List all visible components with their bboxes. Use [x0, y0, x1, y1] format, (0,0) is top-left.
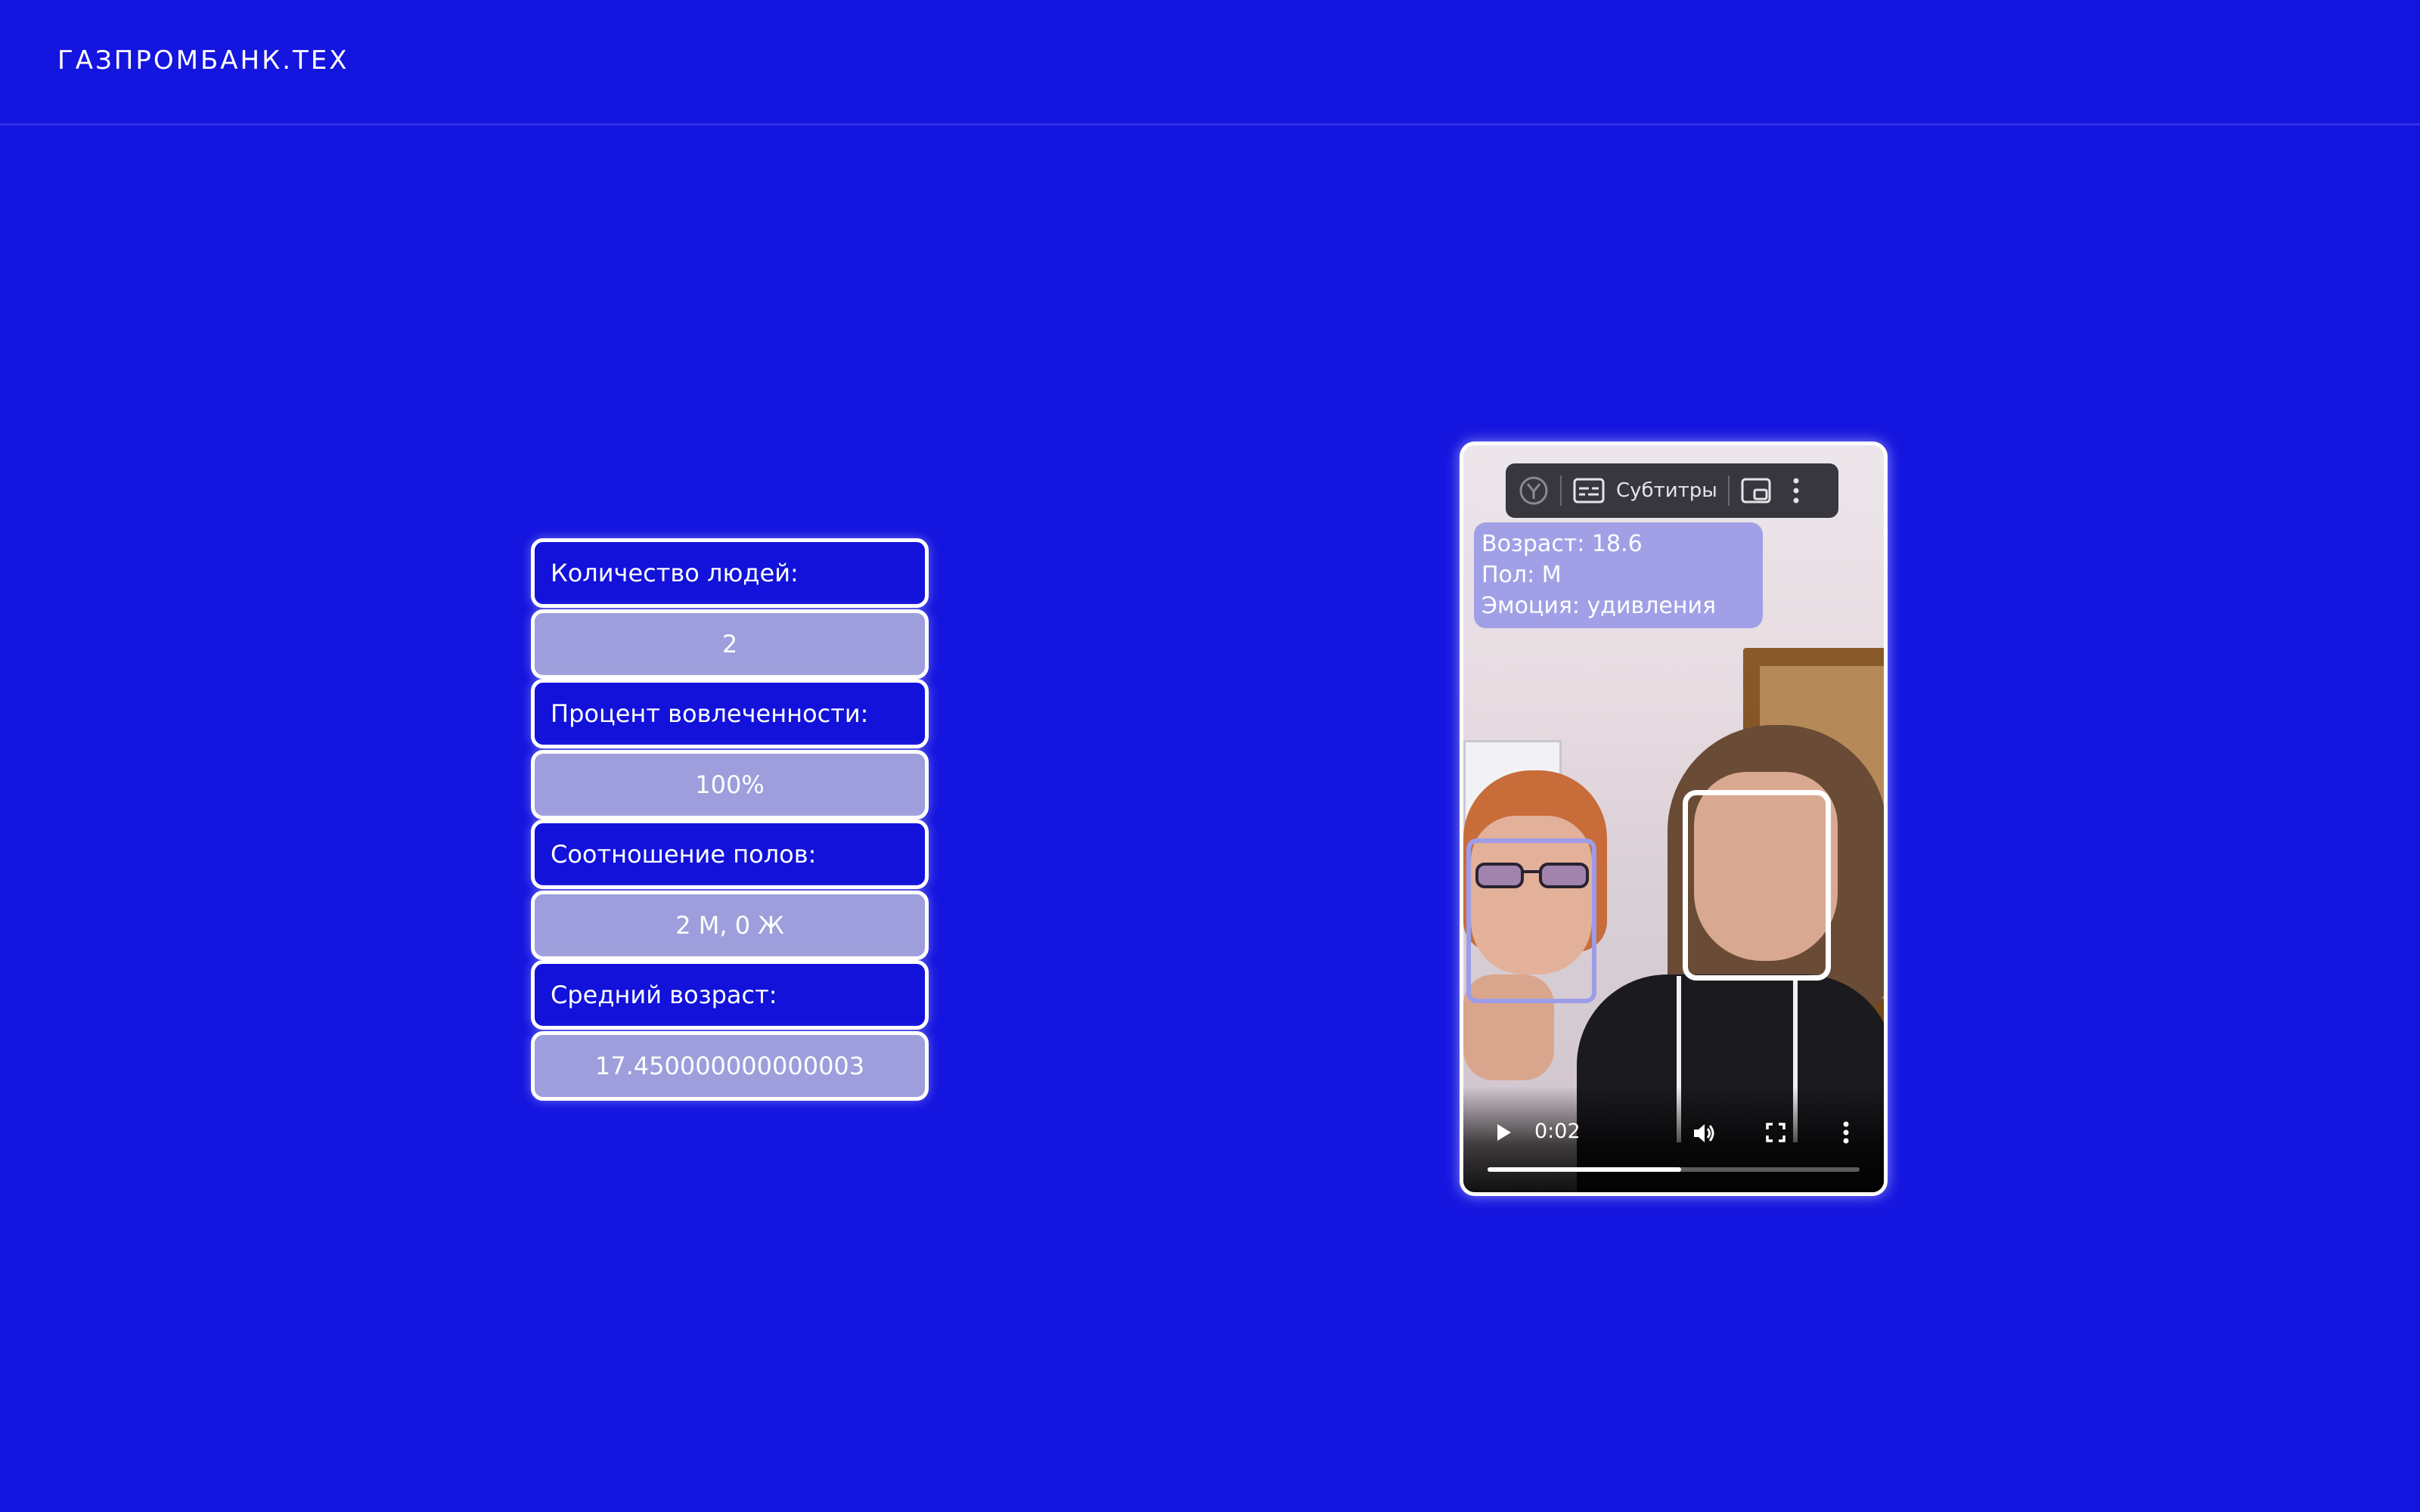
volume-icon[interactable] [1690, 1120, 1717, 1150]
stats-panel: Количество людей: 2 Процент вовлеченност… [531, 538, 929, 1101]
gender-ratio-label: Соотношение полов: [531, 820, 929, 889]
face-detection-box-1 [1466, 838, 1596, 1003]
video-time: 0:02 [1534, 1120, 1581, 1143]
subtitles-button[interactable]: Субтитры [1616, 479, 1717, 502]
average-age-label: Средний возраст: [531, 960, 929, 1030]
engagement-value: 100% [531, 750, 929, 820]
more-vertical-icon[interactable] [1841, 1120, 1851, 1148]
yandex-icon[interactable] [1518, 475, 1550, 507]
video-progress-fill [1488, 1167, 1681, 1172]
gender-ratio-value: 2 М, 0 Ж [531, 891, 929, 960]
toolbar-divider [1560, 476, 1562, 506]
toolbar-divider [1727, 476, 1730, 506]
video-top-toolbar: Субтитры [1506, 463, 1838, 518]
top-header: ГАЗПРОМБАНК.ТЕХ [0, 0, 2420, 125]
play-icon[interactable] [1491, 1120, 1516, 1148]
overlay-emotion: Эмоция: удивления [1481, 593, 1717, 619]
people-count-value: 2 [531, 609, 929, 679]
engagement-label: Процент вовлеченности: [531, 679, 929, 748]
video-progress-bar[interactable] [1488, 1167, 1860, 1172]
video-controls: 0:02 [1463, 1086, 1884, 1192]
subtitles-icon[interactable] [1572, 477, 1606, 504]
video-player[interactable]: Возраст: 18.6 Пол: М Эмоция: удивления С… [1460, 442, 1888, 1196]
fullscreen-icon[interactable] [1763, 1120, 1789, 1148]
overlay-age: Возраст: 18.6 [1481, 531, 1643, 557]
picture-in-picture-icon[interactable] [1740, 477, 1772, 504]
people-count-label: Количество людей: [531, 538, 929, 608]
face-info-overlay: Возраст: 18.6 Пол: М Эмоция: удивления [1474, 522, 1763, 628]
average-age-value: 17.450000000000003 [531, 1031, 929, 1101]
more-vertical-icon[interactable] [1792, 476, 1801, 506]
face-detection-box-2 [1683, 790, 1831, 981]
brand-logo[interactable]: ГАЗПРОМБАНК.ТЕХ [57, 45, 349, 76]
overlay-gender: Пол: М [1481, 562, 1562, 588]
